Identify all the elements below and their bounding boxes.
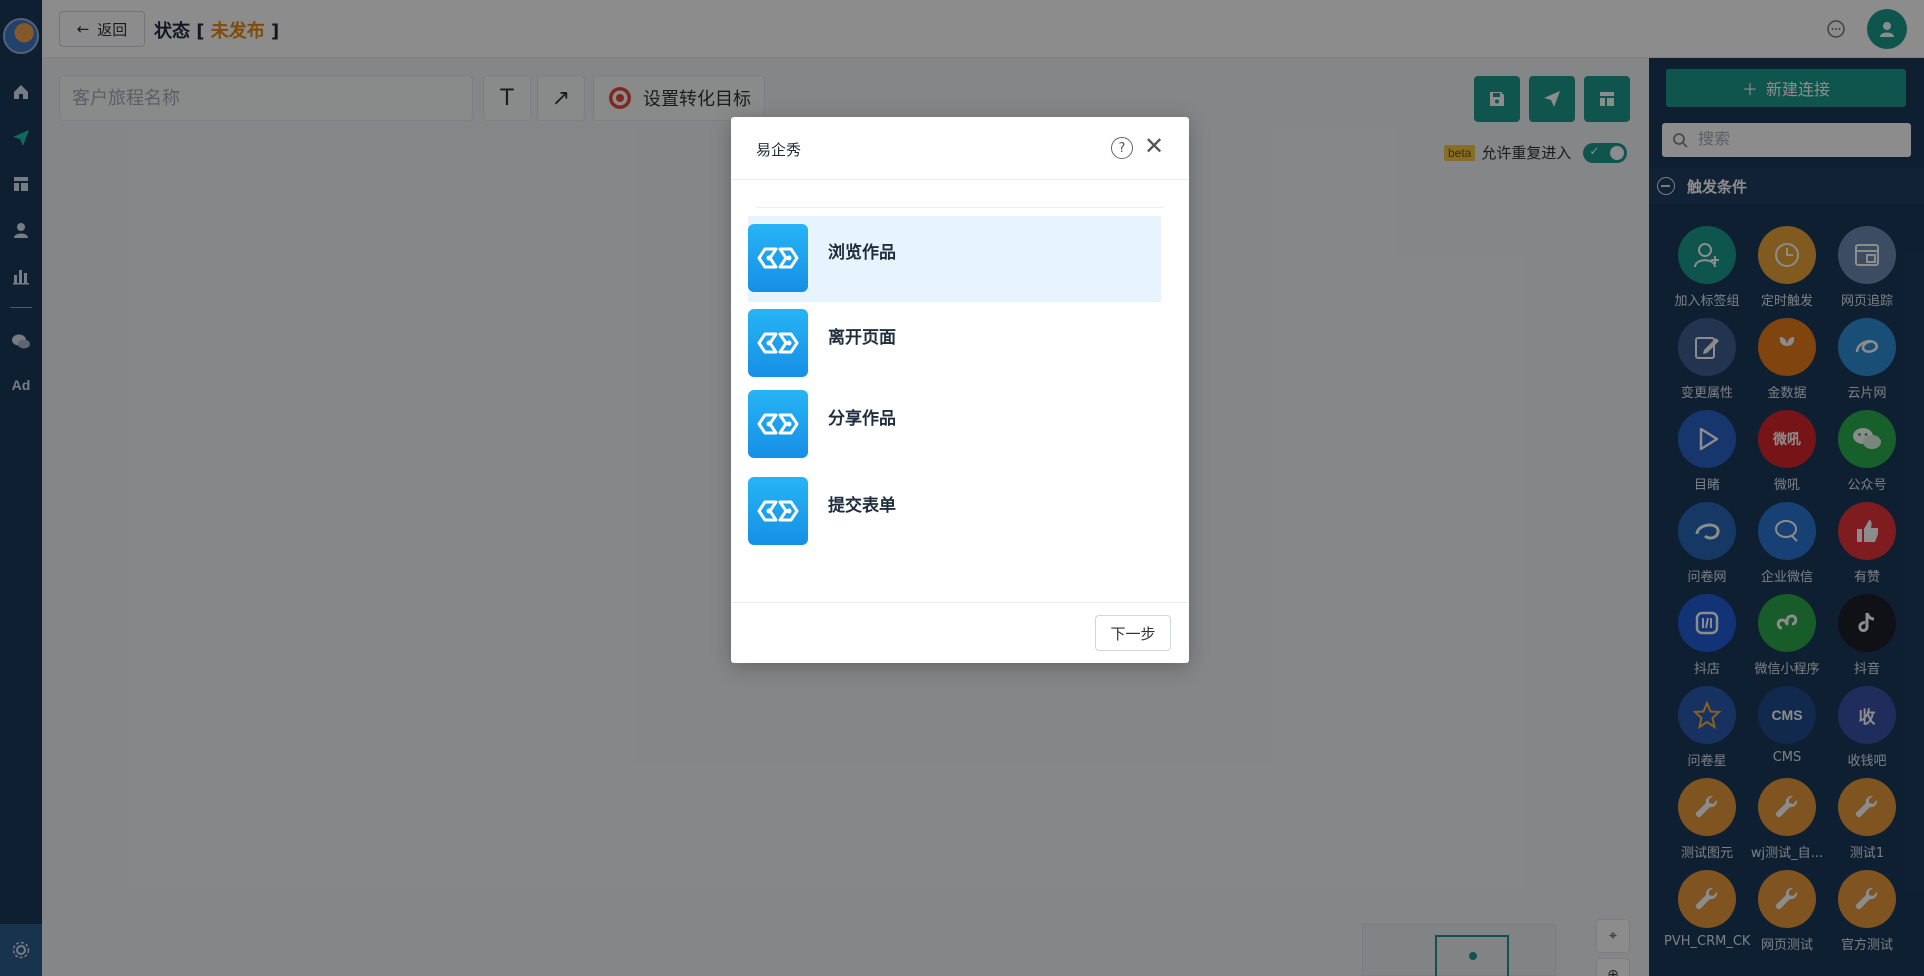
modal-title: 易企秀 <box>756 141 802 159</box>
event-label: 浏览作品 <box>828 243 896 263</box>
next-step-button[interactable]: 下一步 <box>1095 615 1171 651</box>
eqxiu-icon <box>748 477 808 545</box>
event-label: 分享作品 <box>828 409 896 429</box>
event-item[interactable]: 浏览作品 <box>748 216 1161 302</box>
modal-footer: 下一步 <box>731 602 1189 663</box>
eqxiu-icon <box>748 390 808 458</box>
eqxiu-icon <box>748 224 808 292</box>
event-item[interactable]: 提交表单 <box>748 469 1161 555</box>
event-item[interactable]: 离开页面 <box>748 301 1161 387</box>
event-label: 离开页面 <box>828 328 896 348</box>
event-label: 提交表单 <box>828 496 896 516</box>
help-icon[interactable]: ? <box>1111 137 1133 159</box>
modal-dialog: 易企秀 ? ✕ 浏览作品 离开页面 分享作品 提交表单 下一步 <box>731 117 1189 663</box>
close-icon[interactable]: ✕ <box>1144 134 1164 158</box>
eqxiu-icon <box>748 309 808 377</box>
list-divider <box>756 207 1164 208</box>
event-item[interactable]: 分享作品 <box>748 382 1161 468</box>
modal-header: 易企秀 ? ✕ <box>731 117 1189 180</box>
